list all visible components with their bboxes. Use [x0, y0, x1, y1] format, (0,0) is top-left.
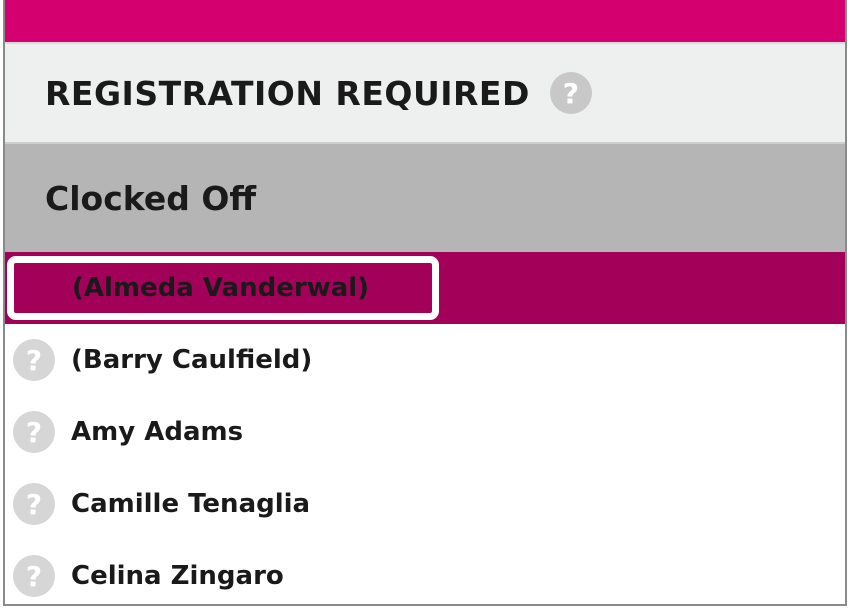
- people-list: ? (Barry Caulfield) ? Amy Adams ? Camill…: [5, 324, 845, 604]
- roster-panel: REGISTRATION REQUIRED ? Clocked Off (Alm…: [3, 0, 847, 606]
- list-item-label: Celina Zingaro: [71, 561, 284, 591]
- registration-required-header: REGISTRATION REQUIRED ?: [5, 42, 845, 144]
- selection-highlight: (Almeda Vanderwal): [7, 256, 439, 320]
- registration-required-title: REGISTRATION REQUIRED: [45, 73, 530, 113]
- list-item-label: Amy Adams: [71, 417, 244, 447]
- group-title: Clocked Off: [45, 178, 257, 218]
- question-circle-icon[interactable]: ?: [549, 72, 592, 114]
- list-item[interactable]: ? Amy Adams: [5, 396, 845, 468]
- list-item[interactable]: ? Camille Tenaglia: [5, 468, 845, 540]
- question-circle-icon: ?: [13, 555, 55, 597]
- question-circle-icon: ?: [13, 339, 55, 381]
- list-item[interactable]: ? Celina Zingaro: [5, 540, 845, 604]
- question-circle-icon: ?: [13, 411, 55, 453]
- list-item[interactable]: ? (Barry Caulfield): [5, 324, 845, 396]
- clocked-off-group-header[interactable]: Clocked Off: [5, 144, 845, 252]
- selected-item-label: (Almeda Vanderwal): [72, 273, 370, 303]
- list-item-label: (Barry Caulfield): [71, 345, 313, 375]
- top-accent-bar: [5, 0, 845, 42]
- question-circle-icon: ?: [13, 483, 55, 525]
- list-item-label: Camille Tenaglia: [71, 489, 311, 519]
